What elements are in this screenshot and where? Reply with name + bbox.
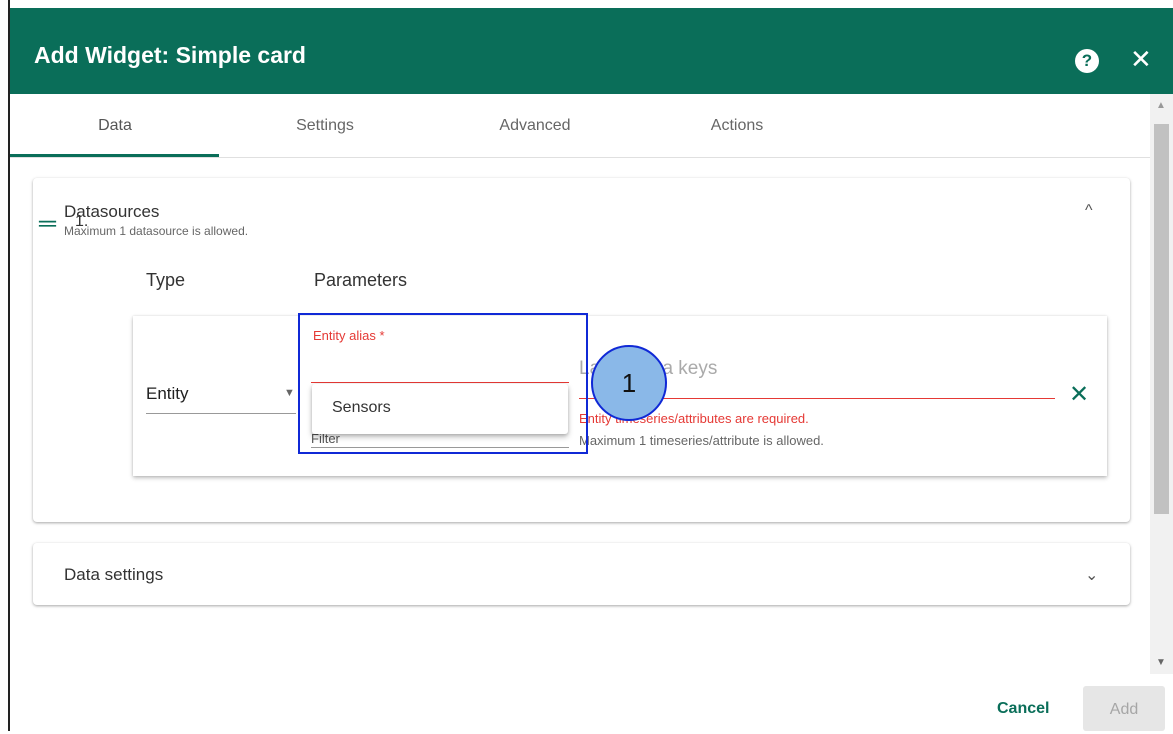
dropdown-arrow-icon: ▼ [284, 387, 295, 399]
active-tab-indicator [10, 154, 219, 157]
data-keys-hint: Maximum 1 timeseries/attribute is allowe… [579, 433, 824, 448]
row-index: 1. [75, 213, 89, 230]
dialog-header: Add Widget: Simple card ? ✕ [10, 8, 1173, 94]
tab-data[interactable]: Data [10, 94, 220, 157]
chevron-down-icon[interactable]: ⌄ [1085, 565, 1098, 585]
annotation-badge: 1 [591, 345, 667, 421]
column-header-type: Type [146, 270, 186, 290]
remove-row-icon[interactable]: ✕ [1069, 380, 1089, 409]
chevron-up-icon[interactable]: ^ [1085, 202, 1093, 220]
tab-bar: Data Settings Advanced Actions [10, 94, 1150, 158]
scroll-up-icon[interactable]: ▲ [1156, 100, 1166, 111]
add-widget-dialog: Add Widget: Simple card ? ✕ Data Setting… [10, 0, 1173, 731]
drag-handle-icon[interactable]: ═ [39, 210, 56, 238]
type-select-value: Entity [146, 384, 189, 403]
close-icon[interactable]: ✕ [1130, 42, 1152, 76]
dialog-title: Add Widget: Simple card [34, 42, 306, 68]
cancel-button[interactable]: Cancel [997, 700, 1049, 718]
column-header-parameters: Parameters [314, 270, 408, 290]
add-button[interactable]: Add [1083, 686, 1165, 731]
data-settings-panel[interactable]: Data settings ⌄ [33, 543, 1130, 605]
data-settings-title: Data settings [64, 565, 164, 584]
type-select[interactable]: Entity ▼ [146, 381, 296, 414]
annotation-highlight-box [298, 313, 588, 454]
scrollbar-thumb[interactable] [1154, 124, 1169, 514]
datasources-subtitle: Maximum 1 datasource is allowed. [64, 224, 249, 238]
help-icon[interactable]: ? [1075, 49, 1099, 73]
vertical-scrollbar[interactable]: ▲ ▼ [1150, 94, 1173, 674]
tab-settings[interactable]: Settings [220, 94, 430, 157]
window-frame-edge [0, 0, 10, 731]
scroll-down-icon[interactable]: ▼ [1156, 657, 1166, 668]
tab-actions[interactable]: Actions [632, 94, 842, 157]
tab-advanced[interactable]: Advanced [430, 94, 640, 157]
